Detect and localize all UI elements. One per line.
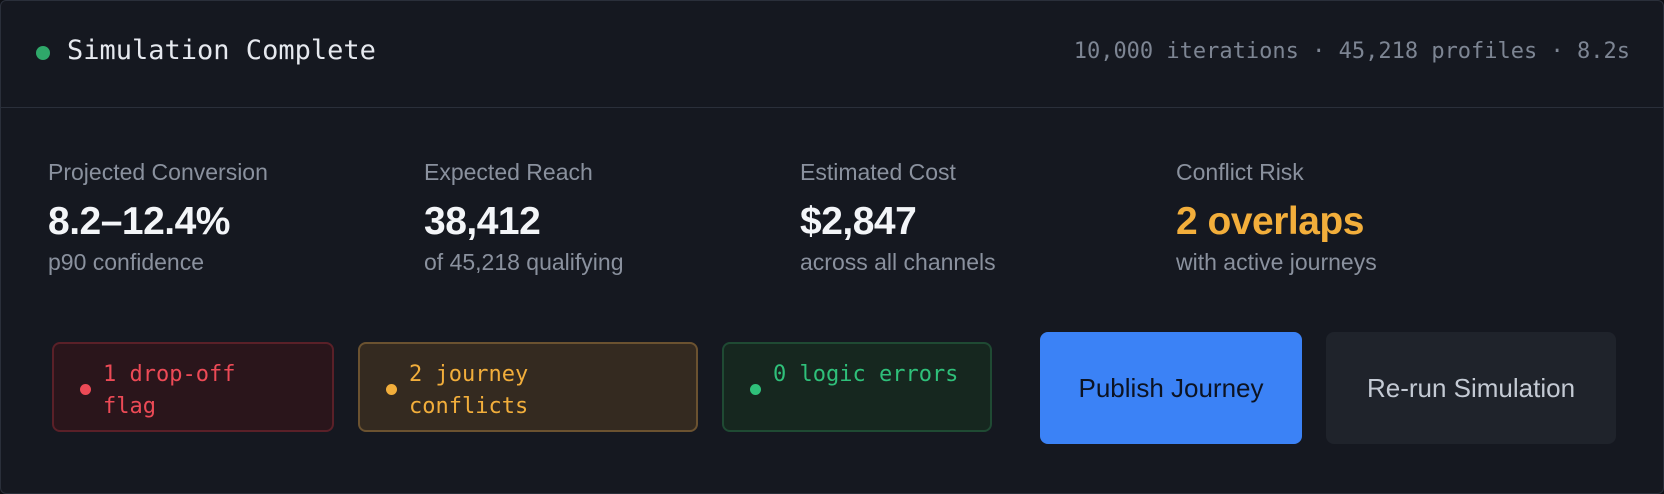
dropoff-flag-badge[interactable]: 1 drop-off flag: [52, 342, 334, 432]
publish-journey-button[interactable]: Publish Journey: [1040, 332, 1302, 444]
simulation-results-panel: Simulation Complete 10,000 iterations · …: [0, 0, 1664, 494]
metric-value: $2,847: [800, 200, 917, 243]
metric-value: 38,412: [424, 200, 541, 243]
metric-conflict-risk: Conflict Risk 2 overlaps with active jou…: [1176, 157, 1556, 279]
metric-label: Estimated Cost: [800, 159, 956, 185]
simulation-stats: 10,000 iterations · 45,218 profiles · 8.…: [1073, 39, 1630, 64]
metric-value: 2 overlaps: [1176, 200, 1364, 243]
metric-subtext: with active journeys: [1176, 249, 1377, 275]
status-dot-icon: [36, 46, 50, 60]
warning-dot-icon: [386, 384, 397, 395]
metric-projected-conversion: Projected Conversion 8.2–12.4% p90 confi…: [48, 157, 428, 279]
error-dot-icon: [80, 384, 91, 395]
metric-estimated-cost: Estimated Cost $2,847 across all channel…: [800, 157, 1180, 279]
metric-value: 8.2–12.4%: [48, 200, 231, 243]
flag-label: 1 drop-off flag: [103, 362, 236, 419]
metric-subtext: of 45,218 qualifying: [424, 249, 624, 275]
metric-subtext: p90 confidence: [48, 249, 205, 275]
logic-errors-badge[interactable]: 0 logic errors: [722, 342, 992, 432]
rerun-simulation-button[interactable]: Re-run Simulation: [1326, 332, 1616, 444]
flag-label: 0 logic errors: [773, 362, 959, 387]
success-dot-icon: [750, 384, 761, 395]
metric-expected-reach: Expected Reach 38,412 of 45,218 qualifyi…: [424, 157, 804, 279]
metric-label: Expected Reach: [424, 159, 593, 185]
metric-subtext: across all channels: [800, 249, 996, 275]
flag-label: 2 journey conflicts: [409, 362, 529, 419]
panel-title: Simulation Complete: [67, 35, 376, 66]
journey-conflicts-badge[interactable]: 2 journey conflicts: [358, 342, 698, 432]
panel-header: Simulation Complete 10,000 iterations · …: [1, 1, 1663, 108]
metric-label: Conflict Risk: [1176, 159, 1304, 185]
metric-label: Projected Conversion: [48, 159, 268, 185]
